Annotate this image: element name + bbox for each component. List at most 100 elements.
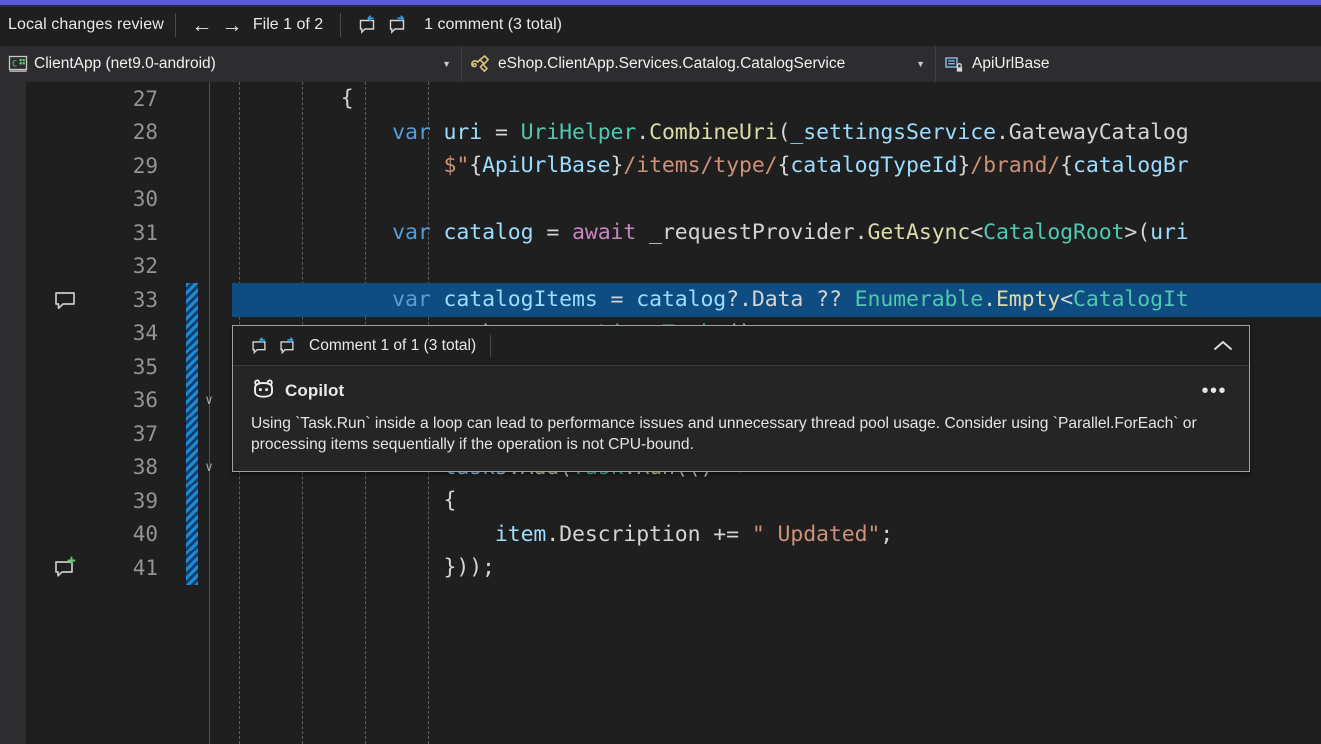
comment-popup-title: Comment 1 of 1 (3 total)	[309, 337, 476, 355]
code-token: CombineUri	[649, 120, 777, 145]
code-token: catalog	[636, 287, 726, 312]
next-file-button[interactable]: →	[217, 11, 247, 39]
code-line[interactable]: 39 {	[0, 484, 1321, 518]
project-selector[interactable]: C ClientApp (net9.0-android) ▼	[0, 46, 462, 82]
code-line-text: var catalogItems = catalog?.Data ?? Enum…	[238, 287, 1189, 312]
svg-text:C: C	[12, 60, 17, 70]
code-token: UriHelper	[521, 120, 637, 145]
previous-file-button[interactable]: ←	[187, 11, 217, 39]
code-line[interactable]: 30	[0, 183, 1321, 217]
next-comment-icon	[277, 336, 297, 356]
copilot-icon	[251, 378, 276, 405]
code-editor[interactable]: 27 {28 var uri = UriHelper.CombineUri(_s…	[0, 82, 1321, 744]
changed-line-indicator	[186, 350, 198, 384]
code-token: CatalogIt	[1073, 287, 1189, 312]
line-number: 36	[96, 388, 158, 412]
code-token: .	[546, 522, 559, 547]
code-token: Enumerable	[855, 287, 983, 312]
changed-line-indicator	[186, 317, 198, 351]
code-line[interactable]: 28 var uri = UriHelper.CombineUri(_setti…	[0, 116, 1321, 150]
changed-line-indicator	[186, 283, 198, 317]
arrow-left-icon: ←	[191, 15, 212, 36]
csharp-project-icon: C	[8, 55, 28, 73]
file-counter: File 1 of 2	[247, 16, 329, 34]
code-token: }	[611, 153, 624, 178]
code-token: =	[598, 287, 637, 312]
comment-counter: 1 comment (3 total)	[424, 16, 562, 34]
code-token: }));	[444, 555, 495, 580]
add-comment-button[interactable]	[52, 555, 78, 581]
line-number: 32	[96, 254, 158, 278]
code-token	[431, 120, 444, 145]
code-token: .	[636, 120, 649, 145]
code-token: {	[444, 488, 457, 513]
code-line[interactable]: 31 var catalog = await _requestProvider.…	[0, 216, 1321, 250]
arrow-right-icon: →	[221, 15, 242, 36]
code-token: (	[778, 120, 791, 145]
member-selector[interactable]: ApiUrlBase	[936, 46, 1321, 82]
fold-toggle[interactable]: ∨	[198, 460, 220, 475]
code-token: uri	[1150, 220, 1189, 245]
code-token	[238, 120, 392, 145]
code-token	[238, 555, 444, 580]
code-token: $"	[444, 153, 470, 178]
code-line[interactable]: 40 item.Description += " Updated";	[0, 518, 1321, 552]
changed-line-indicator	[186, 417, 198, 451]
code-token: catalogItems	[444, 287, 598, 312]
code-line[interactable]: 33 var catalogItems = catalog?.Data ?? E…	[0, 283, 1321, 317]
comment-more-options-button[interactable]: •••	[1195, 381, 1233, 401]
line-number: 31	[96, 221, 158, 245]
previous-comment-button[interactable]	[352, 11, 382, 39]
line-number: 28	[96, 120, 158, 144]
code-token	[238, 86, 341, 111]
line-number: 39	[96, 489, 158, 513]
code-line[interactable]: 29 $"{ApiUrlBase}/items/type/{catalogTyp…	[0, 149, 1321, 183]
code-token: /brand/	[970, 153, 1060, 178]
code-line[interactable]: 32	[0, 250, 1321, 284]
code-token: await	[572, 220, 636, 245]
line-comment-indicator[interactable]	[52, 287, 78, 313]
line-number: 33	[96, 288, 158, 312]
previous-comment-button[interactable]	[245, 333, 273, 359]
code-token: Description	[559, 522, 700, 547]
comment-bubble-icon	[53, 289, 77, 311]
next-comment-button[interactable]	[382, 11, 412, 39]
code-token: CatalogRoot	[983, 220, 1124, 245]
changed-line-indicator	[186, 451, 198, 485]
code-token: uri	[444, 120, 483, 145]
chevron-down-icon: ▼	[916, 59, 925, 69]
code-token: catalog	[444, 220, 534, 245]
member-selector-label: ApiUrlBase	[972, 55, 1315, 73]
type-selector[interactable]: eShop.ClientApp.Services.Catalog.Catalog…	[462, 46, 936, 82]
code-line[interactable]: 41 }));	[0, 551, 1321, 585]
code-token: >(	[1124, 220, 1150, 245]
changed-line-indicator	[186, 551, 198, 585]
code-line[interactable]: 27 {	[0, 82, 1321, 116]
line-number: 34	[96, 321, 158, 345]
chevron-down-icon: ▼	[442, 59, 451, 69]
code-token: Data	[752, 287, 803, 312]
local-changes-review-toolbar: Local changes review ← → File 1 of 2 1 c…	[0, 7, 1321, 43]
fold-toggle[interactable]: ∨	[198, 393, 220, 408]
code-token: GatewayCatalog	[1009, 120, 1189, 145]
line-number: 38	[96, 455, 158, 479]
inline-comment-popup[interactable]: Comment 1 of 1 (3 total)	[232, 325, 1250, 472]
collapse-comment-button[interactable]	[1207, 332, 1239, 360]
code-token	[238, 522, 495, 547]
next-comment-button[interactable]	[273, 333, 301, 359]
visual-studio-window: Local changes review ← → File 1 of 2 1 c…	[0, 0, 1321, 744]
code-token: _requestProvider	[649, 220, 855, 245]
code-token: {	[1060, 153, 1073, 178]
code-token: {	[341, 86, 354, 111]
code-token: +=	[700, 522, 751, 547]
code-token: .	[983, 287, 996, 312]
code-token: catalogBr	[1073, 153, 1189, 178]
next-comment-icon	[386, 14, 408, 36]
code-token: " Updated"	[752, 522, 880, 547]
code-token: .	[855, 220, 868, 245]
code-token: }	[957, 153, 970, 178]
line-number: 40	[96, 522, 158, 546]
code-line-text: {	[238, 488, 456, 513]
code-token	[431, 220, 444, 245]
line-number: 27	[96, 87, 158, 111]
